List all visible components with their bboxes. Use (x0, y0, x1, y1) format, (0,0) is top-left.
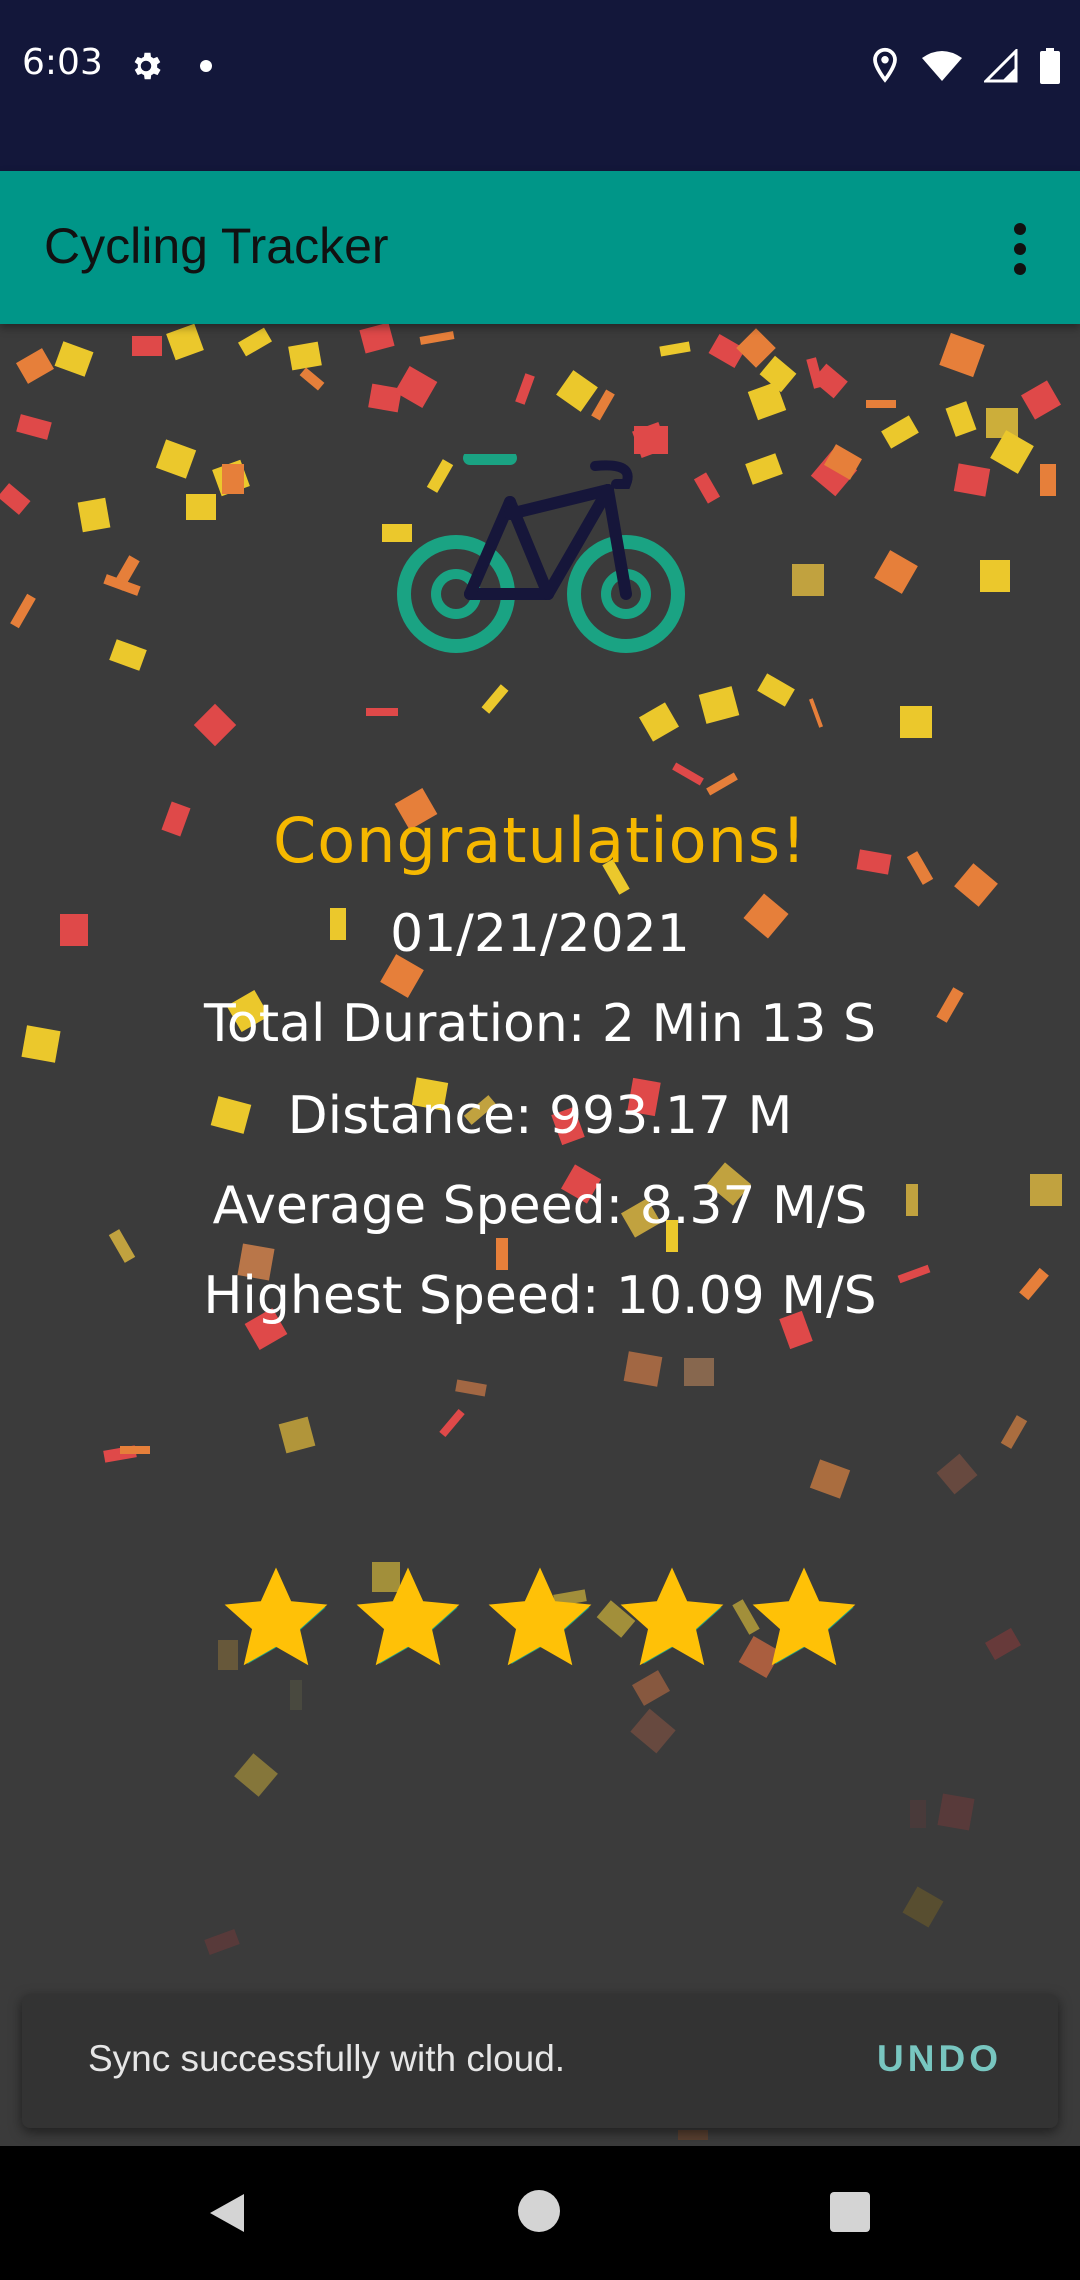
battery-icon (1040, 48, 1060, 84)
star-icon[interactable] (749, 1564, 859, 1674)
recents-icon[interactable] (830, 2192, 870, 2232)
average-speed: Average Speed: 8.37 M/S (212, 1176, 868, 1236)
star-icon[interactable] (617, 1564, 727, 1674)
home-icon[interactable] (518, 2190, 560, 2232)
rating-stars (0, 1564, 1080, 1674)
app-title: Cycling Tracker (44, 218, 389, 274)
star-icon[interactable] (353, 1564, 463, 1674)
congratulations-heading: Congratulations! (272, 804, 808, 877)
snackbar-message: Sync successfully with cloud. (88, 2038, 566, 2079)
more-vert-icon[interactable] (1000, 221, 1040, 277)
highest-speed: Highest Speed: 10.09 M/S (203, 1266, 877, 1326)
signal-icon (984, 49, 1018, 83)
bicycle-icon (397, 454, 685, 653)
navigation-bar (0, 2146, 1080, 2280)
status-time: 6:03 (22, 42, 103, 83)
screen: 6:03 Cycling Tracker Congratulations! 01… (0, 0, 1080, 2280)
status-bar: 6:03 (0, 0, 1080, 171)
app-bar: Cycling Tracker (0, 171, 1080, 324)
status-icons (870, 46, 1060, 86)
undo-button[interactable]: UNDO (877, 2038, 1002, 2080)
settings-icon (134, 52, 161, 80)
star-icon[interactable] (485, 1564, 595, 1674)
star-icon[interactable] (221, 1564, 331, 1674)
location-icon (873, 47, 897, 83)
snackbar: Sync successfully with cloud. UNDO (22, 1994, 1058, 2128)
back-icon[interactable] (204, 2190, 250, 2236)
ride-summary: Congratulations! 01/21/2021 Total Durati… (0, 324, 1080, 2144)
ride-date: 01/21/2021 (390, 904, 690, 964)
total-duration: Total Duration: 2 Min 13 S (204, 994, 876, 1054)
wifi-icon (922, 51, 962, 81)
distance: Distance: 993.17 M (287, 1086, 793, 1146)
notification-dot-icon (200, 60, 212, 72)
